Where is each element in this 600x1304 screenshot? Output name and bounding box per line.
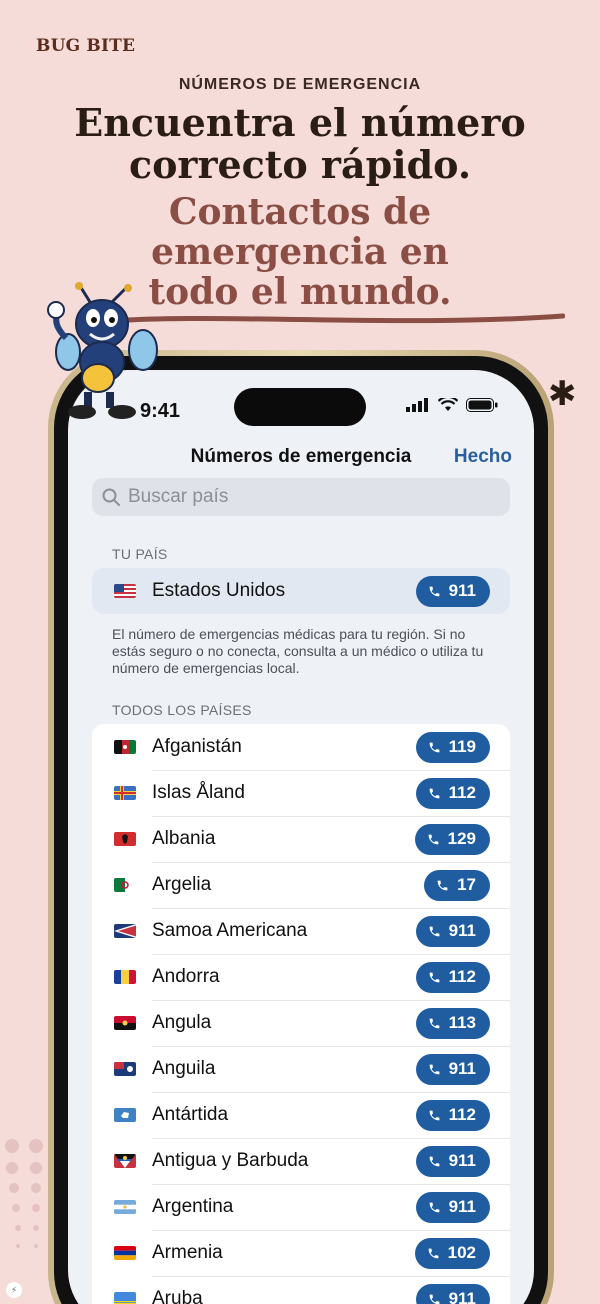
swoosh-underline <box>95 313 565 325</box>
phone-icon <box>428 834 438 844</box>
subhead-line: emergencia en <box>151 231 449 273</box>
search-input[interactable] <box>128 486 488 508</box>
flag-icon <box>114 1200 136 1214</box>
flag-icon <box>114 740 136 754</box>
flag-icon <box>114 1246 136 1260</box>
flag-icon <box>114 970 136 984</box>
headline-line: correcto rápido. <box>128 142 472 187</box>
phone-icon <box>429 742 439 752</box>
phone-icon <box>428 1248 438 1258</box>
phone-icon <box>429 788 439 798</box>
call-button[interactable]: 17 <box>424 869 490 901</box>
search-icon <box>102 488 120 506</box>
call-button[interactable]: 911 <box>415 915 490 947</box>
call-number: 911 <box>448 1059 476 1078</box>
call-number: 911 <box>448 1289 476 1304</box>
phone-icon <box>429 1064 439 1074</box>
flag-icon <box>114 924 136 938</box>
phone-bezel: 9:41 Números de emergencia Hecho TU PAÍS… <box>54 356 548 1304</box>
call-number: 112 <box>448 783 476 802</box>
country-row[interactable]: Angula 113 <box>92 1000 510 1046</box>
country-row[interactable]: Argelia 17 <box>92 862 510 908</box>
call-button[interactable]: 112 <box>415 1099 490 1131</box>
call-number: 113 <box>448 1013 476 1032</box>
country-row[interactable]: Antártida 112 <box>92 1092 510 1138</box>
search-bar[interactable] <box>92 478 510 516</box>
my-country-row[interactable]: Estados Unidos 911 <box>92 568 510 614</box>
section-label-all-countries: TODOS LOS PAÍSES <box>112 702 252 718</box>
call-button[interactable]: 911 <box>415 1053 490 1085</box>
call-number: 119 <box>448 737 476 756</box>
flag-icon <box>114 1062 136 1076</box>
country-row[interactable]: Islas Åland 112 <box>92 770 510 816</box>
wifi-icon <box>438 398 458 411</box>
call-button[interactable]: 911 <box>415 1191 490 1223</box>
phone-icon <box>429 1156 439 1166</box>
call-button[interactable]: 112 <box>415 777 490 809</box>
country-row[interactable]: Antigua y Barbuda 911 <box>92 1138 510 1184</box>
country-row[interactable]: Armenia 102 <box>92 1230 510 1276</box>
flag-icon <box>114 786 136 800</box>
country-row[interactable]: Andorra 112 <box>92 954 510 1000</box>
call-number: 911 <box>448 1197 476 1216</box>
eyebrow-title: NÚMEROS DE EMERGENCIA <box>178 76 422 93</box>
flag-icon <box>114 1016 136 1030</box>
call-button[interactable]: 911 <box>415 575 490 607</box>
headline: Encuentra el número correcto rápido. <box>0 102 600 186</box>
country-row[interactable]: Albania 129 <box>92 816 510 862</box>
call-number: 911 <box>448 581 476 600</box>
call-number: 102 <box>447 1243 476 1262</box>
us-flag-icon <box>114 584 136 598</box>
call-button[interactable]: 129 <box>414 823 490 855</box>
flag-icon <box>114 1108 136 1122</box>
asterisk-decoration: ✱ <box>548 374 577 414</box>
status-icons <box>406 398 498 412</box>
dots-decoration <box>5 1139 43 1248</box>
call-button[interactable]: 113 <box>415 1007 490 1039</box>
call-number: 17 <box>457 875 476 894</box>
phone-icon <box>429 586 439 596</box>
country-row[interactable]: Anguila 911 <box>92 1046 510 1092</box>
countries-list: Afganistán 119 Islas Åland 112 Albania 129 Arg… <box>92 724 510 1304</box>
call-number: 112 <box>448 967 476 986</box>
flag-icon <box>114 1154 136 1168</box>
phone-icon <box>429 972 439 982</box>
subhead-line: Contactos de <box>168 191 432 233</box>
phone-icon <box>429 1110 439 1120</box>
phone-icon <box>429 1018 439 1028</box>
phone-icon <box>429 926 439 936</box>
bee-mascot <box>47 282 158 419</box>
info-badge-icon: ⚡ <box>6 1282 22 1298</box>
call-button[interactable]: 911 <box>415 1145 490 1177</box>
call-number: 129 <box>447 829 476 848</box>
phone-icon <box>429 1294 439 1304</box>
section-label-my-country: TU PAÍS <box>112 546 168 562</box>
phone-frame: 9:41 Números de emergencia Hecho TU PAÍS… <box>48 350 554 1304</box>
app-screen: 9:41 Números de emergencia Hecho TU PAÍS… <box>68 370 534 1304</box>
dynamic-island <box>234 388 366 426</box>
call-number: 112 <box>448 1105 476 1124</box>
call-button[interactable]: 911 <box>415 1283 490 1304</box>
flag-icon <box>114 832 136 846</box>
call-button[interactable]: 119 <box>415 731 490 763</box>
headline-line: Encuentra el número <box>74 100 526 145</box>
country-row[interactable]: Afganistán 119 <box>92 724 510 770</box>
battery-icon <box>466 398 498 412</box>
signal-icon <box>406 398 428 412</box>
phone-icon <box>429 1202 439 1212</box>
country-row[interactable]: Samoa Americana 911 <box>92 908 510 954</box>
country-row[interactable]: Aruba 911 <box>92 1276 510 1304</box>
call-button[interactable]: 102 <box>414 1237 490 1269</box>
flag-icon <box>114 878 136 892</box>
done-button[interactable]: Hecho <box>454 446 512 468</box>
my-country-card: Estados Unidos 911 <box>92 568 510 614</box>
flag-icon <box>114 1292 136 1304</box>
call-number: 911 <box>448 921 476 940</box>
region-note: El número de emergencias médicas para tu… <box>112 626 484 676</box>
phone-icon <box>437 880 448 890</box>
country-row[interactable]: Argentina 911 <box>92 1184 510 1230</box>
call-button[interactable]: 112 <box>415 961 490 993</box>
call-number: 911 <box>448 1151 476 1170</box>
brand-logo: BUG BITE <box>36 36 136 56</box>
